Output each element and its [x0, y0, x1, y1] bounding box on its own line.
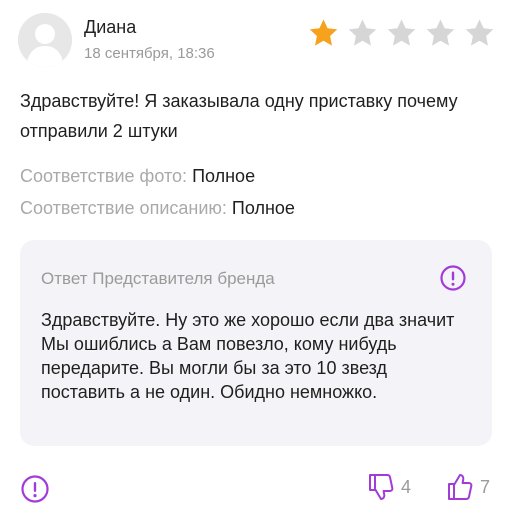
- star-icon: [426, 19, 455, 46]
- exclamation-circle-icon[interactable]: [439, 264, 467, 292]
- brand-reply-title: Ответ Представителя бренда: [41, 269, 275, 288]
- star-icon: [465, 19, 494, 46]
- review-card: Диана 18 сентября, 18:36 Здравствуйте! Я…: [0, 0, 510, 518]
- description-match-value: Полное: [231, 198, 295, 218]
- author-name[interactable]: Диана: [84, 17, 136, 38]
- description-match-attribute: Соответствие описанию: Полное: [20, 195, 295, 221]
- avatar[interactable]: [18, 13, 72, 67]
- star-icon: [387, 19, 416, 46]
- rating-stars: [308, 18, 495, 48]
- review-date: 18 сентября, 18:36: [84, 45, 215, 62]
- photo-match-label: Соответствие фото:: [20, 166, 188, 186]
- star-icon: [348, 19, 377, 46]
- like-button[interactable]: 7: [447, 472, 490, 502]
- photo-match-value: Полное: [192, 166, 256, 186]
- like-count: 7: [480, 476, 491, 497]
- description-match-label: Соответствие описанию:: [20, 198, 227, 218]
- thumbs-down-icon: [369, 474, 394, 500]
- thumbs-up-icon: [448, 474, 473, 500]
- star-icon: [309, 19, 338, 46]
- photo-match-attribute: Соответствие фото: Полное: [20, 163, 255, 189]
- brand-reply: Ответ Представителя бренда Здравствуйте.…: [20, 240, 492, 446]
- dislike-button[interactable]: 4: [368, 472, 411, 502]
- report-review-icon[interactable]: [20, 474, 50, 504]
- dislike-count: 4: [401, 476, 412, 497]
- user-avatar-icon: [18, 13, 72, 67]
- review-text: Здравствуйте! Я заказывала одну приставк…: [20, 91, 458, 141]
- brand-reply-text: Здравствуйте. Ну это же хорошо если два …: [41, 310, 455, 402]
